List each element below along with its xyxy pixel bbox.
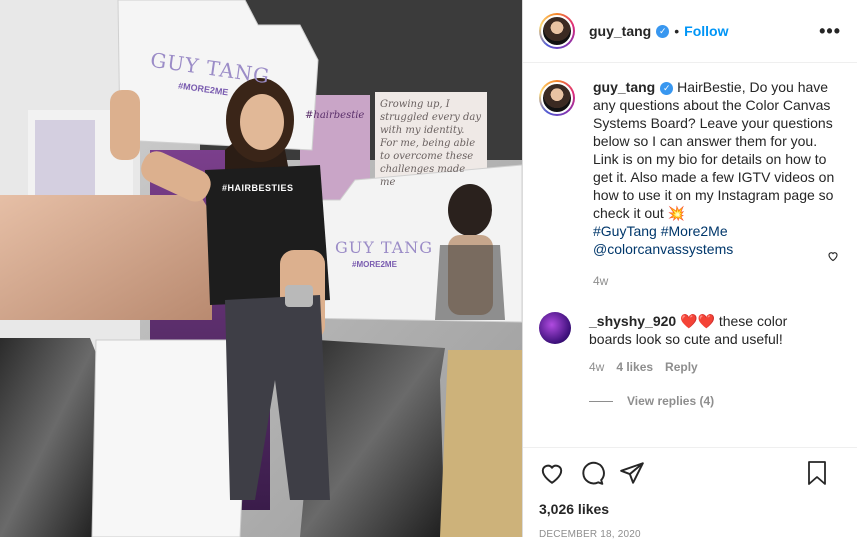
bookmark-icon[interactable]	[805, 460, 829, 491]
book-left-text: #hairbestie	[305, 110, 365, 121]
view-replies-label: View replies (4)	[627, 394, 715, 408]
replies-line	[589, 400, 613, 402]
caption-text: HairBestie, Do you have any questions ab…	[593, 79, 835, 221]
share-icon[interactable]	[619, 460, 645, 491]
caption-age: 4w	[593, 274, 609, 288]
caption-username[interactable]: guy_tang	[593, 79, 655, 95]
comment-row: _shyshy_920 ❤️❤️ these color boards look…	[539, 312, 845, 376]
caption-author-avatar[interactable]	[539, 80, 575, 116]
verified-badge-icon: ✓	[660, 81, 674, 95]
comment-icon[interactable]	[579, 460, 605, 491]
view-replies-button[interactable]: View replies (4)	[589, 394, 845, 408]
likes-count[interactable]: 3,026 likes	[523, 491, 857, 517]
reply-button[interactable]: Reply	[665, 358, 698, 376]
verified-badge-icon: ✓	[656, 24, 670, 38]
post-header: guy_tang ✓ • Follow •••	[523, 0, 857, 63]
post-actions: 3,026 likes DECEMBER 18, 2020	[523, 447, 857, 540]
comment-like-heart-icon[interactable]	[827, 250, 839, 265]
author-username[interactable]: guy_tang	[589, 23, 651, 39]
board-hashtag-text-right: #MORE2ME	[352, 260, 397, 269]
comment-likes[interactable]: 4 likes	[616, 358, 653, 376]
follow-button[interactable]: Follow	[684, 23, 728, 39]
post-photo[interactable]: GUY TANG #MORE2ME #HAIRBESTIES #hairbest…	[0, 0, 522, 537]
heart-icon[interactable]	[539, 460, 565, 491]
comment-meta: 4w 4 likes Reply	[589, 358, 799, 376]
commenter-username[interactable]: _shyshy_920	[589, 313, 676, 329]
caption-row: guy_tang ✓ HairBestie, Do you have any qu…	[539, 78, 845, 290]
author-avatar[interactable]	[539, 13, 575, 49]
book-right-text: Growing up, I struggled every day with m…	[380, 99, 481, 188]
caption: guy_tang ✓ HairBestie, Do you have any qu…	[593, 78, 843, 290]
caption-hashtags[interactable]: #GuyTang #More2Me	[593, 222, 843, 240]
comment: _shyshy_920 ❤️❤️ these color boards look…	[589, 312, 799, 376]
commenter-avatar[interactable]	[539, 312, 571, 344]
comment-hearts: ❤️❤️	[680, 313, 715, 329]
comments-scroll-area[interactable]: guy_tang ✓ HairBestie, Do you have any qu…	[539, 78, 845, 408]
board-brand-text-right: GUY TANG	[335, 238, 434, 257]
more-options-icon[interactable]: •••	[819, 21, 841, 42]
post-modal: GUY TANG #MORE2ME #HAIRBESTIES #hairbest…	[0, 0, 857, 540]
shirt-text: #HAIRBESTIES	[222, 183, 294, 193]
comment-age: 4w	[589, 360, 605, 374]
separator-dot: •	[674, 23, 680, 39]
caption-mention[interactable]: @colorcanvassystems	[593, 240, 843, 258]
post-side-panel: guy_tang ✓ • Follow ••• guy_tang ✓ HairBe…	[522, 0, 857, 540]
action-icons	[523, 448, 857, 491]
